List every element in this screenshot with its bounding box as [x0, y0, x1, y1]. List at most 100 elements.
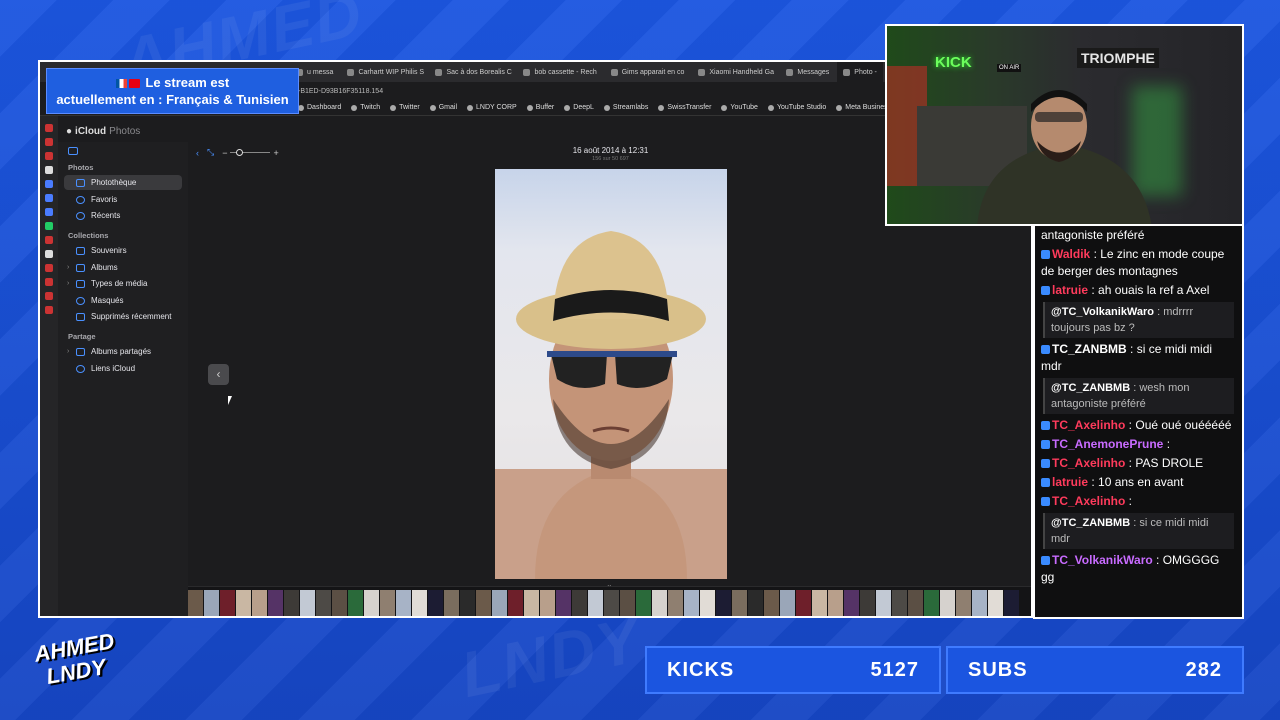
bookmark-item[interactable]: DeepL [564, 104, 594, 111]
thumbnail[interactable] [300, 590, 315, 618]
rail-icon[interactable] [45, 278, 53, 286]
thumbnail[interactable] [652, 590, 667, 618]
thumbnail[interactable] [636, 590, 651, 618]
thumbnail[interactable] [956, 590, 971, 618]
thumbnail[interactable] [828, 590, 843, 618]
thumbnail[interactable] [412, 590, 427, 618]
thumbnail-strip[interactable] [188, 586, 1033, 618]
thumbnail[interactable] [284, 590, 299, 618]
thumbnail[interactable] [252, 590, 267, 618]
bookmark-item[interactable]: Twitch [351, 104, 380, 111]
thumbnail[interactable] [988, 590, 1003, 618]
bookmark-item[interactable]: Dashboard [298, 104, 341, 111]
thumbnail[interactable] [972, 590, 987, 618]
thumbnail[interactable] [732, 590, 747, 618]
thumbnail[interactable] [460, 590, 475, 618]
thumbnail[interactable] [940, 590, 955, 618]
thumbnail[interactable] [428, 590, 443, 618]
bookmark-item[interactable]: SwissTransfer [658, 104, 711, 111]
bookmark-item[interactable]: Twitter [390, 104, 420, 111]
rail-icon[interactable] [45, 138, 53, 146]
rail-icon[interactable] [45, 152, 53, 160]
sidebar-item-supprimes[interactable]: Supprimés récemment [64, 309, 182, 324]
sidebar-item-phototheque[interactable]: Photothèque [64, 175, 182, 190]
bookmark-item[interactable]: LNDY CORP [467, 104, 517, 111]
chat-username[interactable]: TC_ZANBMB [1052, 342, 1127, 356]
browser-tab[interactable]: Xiaomi Handheld Ga [692, 62, 778, 82]
chat-username[interactable]: TC_Axelinho [1052, 456, 1125, 470]
thumbnail[interactable] [332, 590, 347, 618]
thumbnail[interactable] [364, 590, 379, 618]
thumbnails[interactable] [188, 590, 1033, 618]
chat-username[interactable]: latruie [1052, 283, 1088, 297]
chevron-right-icon[interactable]: › [67, 264, 69, 271]
rail-icon[interactable] [45, 180, 53, 188]
chat-username[interactable]: latruie [1052, 475, 1088, 489]
thumbnail[interactable] [700, 590, 715, 618]
reply-user[interactable]: @TC_ZANBMB [1051, 517, 1130, 529]
rail-icon[interactable] [45, 292, 53, 300]
chevron-right-icon[interactable]: › [67, 348, 69, 355]
chat-username[interactable]: TC_Axelinho [1052, 418, 1125, 432]
rail-icon[interactable] [45, 250, 53, 258]
bookmark-item[interactable]: YouTube [721, 104, 758, 111]
thumbnail[interactable] [796, 590, 811, 618]
thumbnail[interactable] [556, 590, 571, 618]
rail-icon[interactable] [45, 208, 53, 216]
thumbnail[interactable] [188, 590, 203, 618]
sidebar-item-types[interactable]: › Types de média [64, 276, 182, 291]
reply-user[interactable]: @TC_VolkanikWaro [1051, 306, 1154, 318]
thumbnail[interactable] [492, 590, 507, 618]
thumbnail[interactable] [380, 590, 395, 618]
rail-icon[interactable] [45, 194, 53, 202]
browser-tab[interactable]: Messages [780, 62, 835, 82]
thumbnail[interactable] [476, 590, 491, 618]
thumbnail[interactable] [268, 590, 283, 618]
sidebar-item-albums[interactable]: › Albums [64, 260, 182, 275]
rail-icon[interactable] [45, 222, 53, 230]
thumbnail[interactable] [924, 590, 939, 618]
previous-photo-button[interactable]: ‹ [208, 364, 229, 385]
rail-icon[interactable] [45, 166, 53, 174]
chat-username[interactable]: TC_Axelinho [1052, 494, 1125, 508]
thumbnail[interactable] [444, 590, 459, 618]
rail-icon[interactable] [45, 306, 53, 314]
sidebar-item-recents[interactable]: Récents [64, 208, 182, 223]
thumbnail[interactable] [524, 590, 539, 618]
bookmark-item[interactable]: Buffer [526, 104, 554, 111]
browser-tab[interactable]: bob cassette - Rech [517, 62, 602, 82]
browser-tab[interactable]: Sac à dos Borealis C [429, 62, 515, 82]
thumbnail[interactable] [764, 590, 779, 618]
chevron-right-icon[interactable]: › [67, 280, 69, 287]
thumbnail[interactable] [396, 590, 411, 618]
thumbnail[interactable] [316, 590, 331, 618]
thumbnail[interactable] [348, 590, 363, 618]
thumbnail[interactable] [812, 590, 827, 618]
thumbnail[interactable] [668, 590, 683, 618]
thumbnail[interactable] [620, 590, 635, 618]
sidebar-item-masques[interactable]: Masqués [64, 293, 182, 308]
sidebar-item-liens[interactable]: Liens iCloud [64, 361, 182, 376]
rail-icon[interactable] [45, 264, 53, 272]
thumbnail[interactable] [220, 590, 235, 618]
browser-tab[interactable]: Photo - [837, 62, 883, 82]
thumbnail[interactable] [780, 590, 795, 618]
chat-username[interactable]: TC_VolkanikWaro [1052, 553, 1153, 567]
chat-username[interactable]: Waldik [1052, 247, 1090, 261]
bookmark-item[interactable]: Gmail [429, 104, 457, 111]
thumbnail[interactable] [236, 590, 251, 618]
sidebar-toggle-icon[interactable] [68, 147, 78, 155]
thumbnail[interactable] [540, 590, 555, 618]
thumbnail[interactable] [876, 590, 891, 618]
thumbnail[interactable] [604, 590, 619, 618]
rail-icon[interactable] [45, 124, 53, 132]
chat-username[interactable]: TC_AnemonePrune [1052, 437, 1163, 451]
thumbnail[interactable] [508, 590, 523, 618]
thumbnail[interactable] [908, 590, 923, 618]
thumbnail[interactable] [572, 590, 587, 618]
browser-tab[interactable]: Gims apparait en co [605, 62, 691, 82]
sidebar-item-souvenirs[interactable]: Souvenirs [64, 243, 182, 258]
reply-user[interactable]: @TC_ZANBMB [1051, 382, 1130, 394]
thumbnail[interactable] [716, 590, 731, 618]
rail-icon[interactable] [45, 236, 53, 244]
